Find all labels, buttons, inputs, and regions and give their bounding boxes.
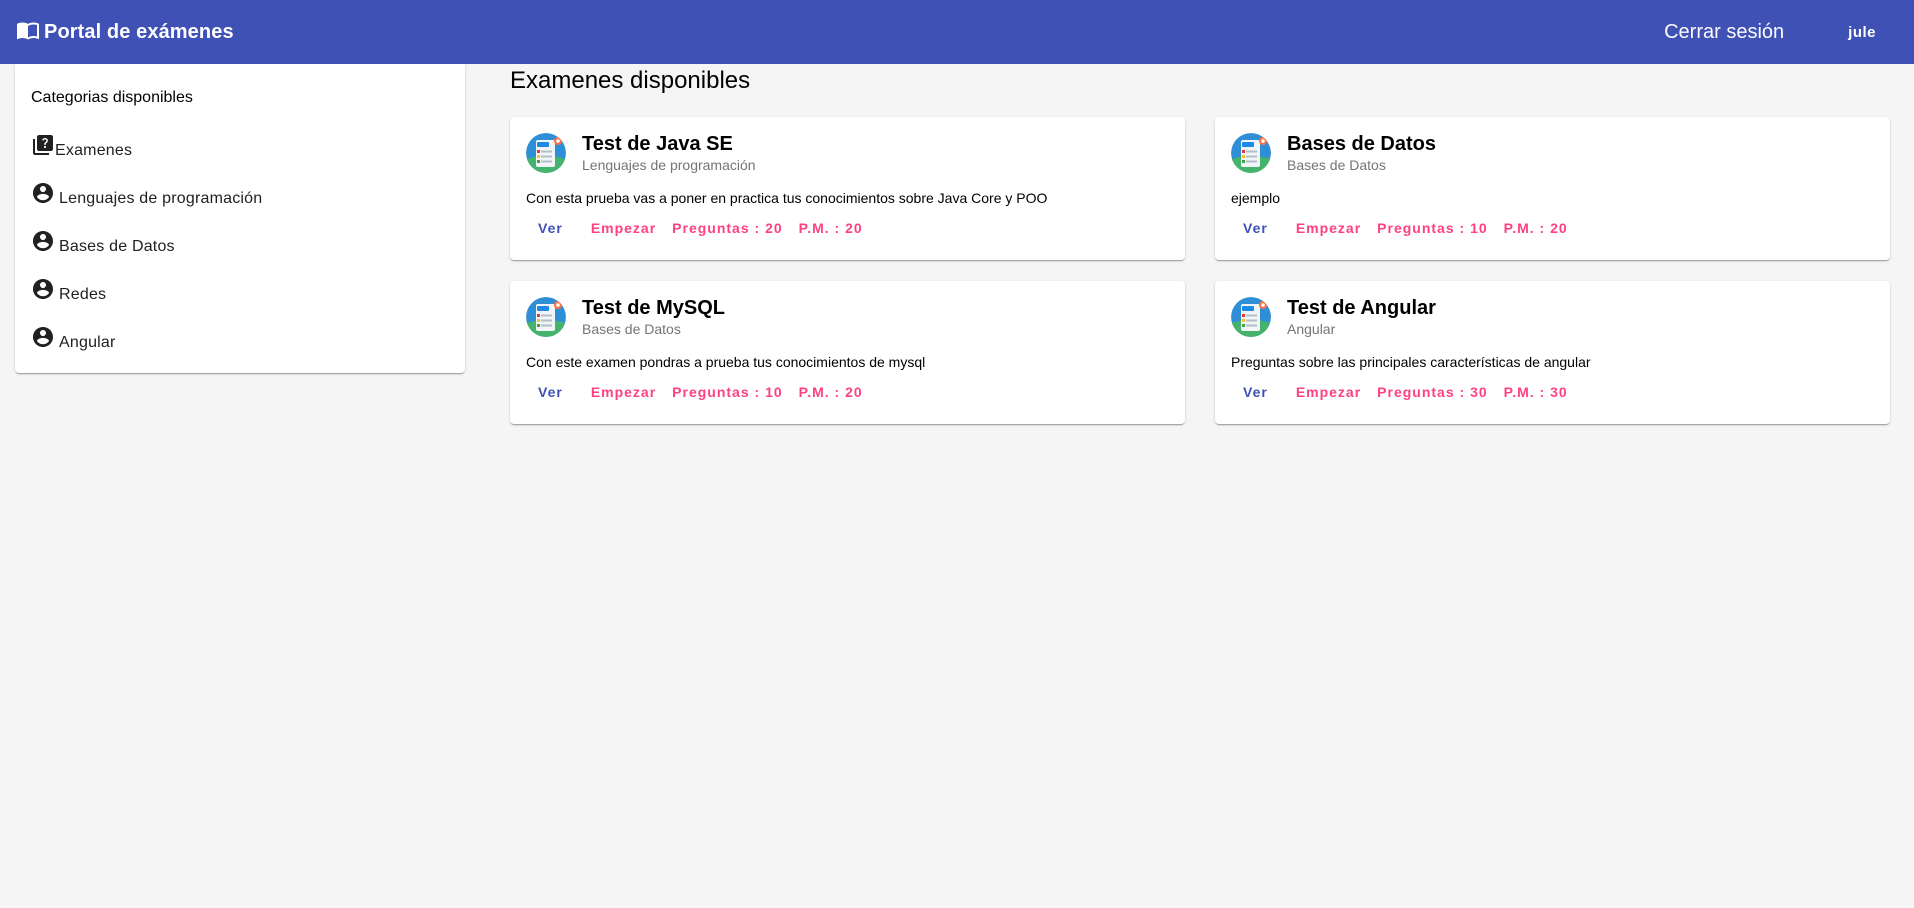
quiz-avatar-icon	[1231, 297, 1271, 337]
sidebar-item-label: Angular	[59, 334, 116, 351]
sidebar-item-examenes[interactable]: Examenes	[31, 132, 132, 162]
card-description: Con este examen pondras a prueba tus con…	[526, 354, 926, 370]
card-description: Preguntas sobre las principales caracter…	[1231, 354, 1591, 370]
user-button[interactable]: jule	[1848, 24, 1876, 41]
sidebar-item-redes[interactable]: Redes	[31, 276, 106, 306]
start-button[interactable]: Empezar	[591, 220, 656, 236]
quiz-avatar-icon	[526, 133, 566, 173]
card-actions: Ver Empezar Preguntas : 20 P.M. : 20	[526, 220, 863, 236]
book-open-icon	[16, 18, 40, 47]
brand-link[interactable]: Portal de exámenes	[16, 18, 234, 47]
app-title: Portal de exámenes	[44, 20, 234, 43]
max-points-button[interactable]: P.M. : 30	[1504, 384, 1568, 400]
view-button[interactable]: Ver	[1243, 384, 1268, 400]
exam-card: Test de MySQL Bases de Datos Con este ex…	[510, 281, 1185, 424]
sidebar-item-label: Lenguajes de programación	[59, 190, 263, 207]
categories-sidebar: Categorias disponibles Examenes Lenguaje…	[15, 64, 465, 373]
card-title: Test de Angular	[1287, 297, 1436, 319]
card-title: Test de MySQL	[582, 297, 725, 319]
start-button[interactable]: Empezar	[591, 384, 656, 400]
quiz-avatar-icon	[526, 297, 566, 337]
sidebar-title: Categorias disponibles	[31, 89, 193, 106]
max-points-button[interactable]: P.M. : 20	[799, 220, 863, 236]
account-circle-icon	[31, 229, 55, 258]
sidebar-item-label: Examenes	[55, 142, 133, 159]
view-button[interactable]: Ver	[538, 384, 563, 400]
start-button[interactable]: Empezar	[1296, 220, 1361, 236]
start-button[interactable]: Empezar	[1296, 384, 1361, 400]
card-subtitle: Lenguajes de programación	[582, 157, 756, 173]
card-title: Test de Java SE	[582, 133, 733, 155]
top-toolbar: Portal de exámenes Cerrar sesión jule	[0, 0, 1914, 64]
card-actions: Ver Empezar Preguntas : 10 P.M. : 20	[1231, 220, 1568, 236]
logout-button[interactable]: Cerrar sesión	[1664, 21, 1784, 44]
account-circle-icon	[31, 277, 55, 306]
sidebar-item-label: Bases de Datos	[59, 238, 175, 255]
card-description: Con esta prueba vas a poner en practica …	[526, 190, 1048, 206]
sidebar-item-bases-de-datos[interactable]: Bases de Datos	[31, 228, 175, 258]
questions-button[interactable]: Preguntas : 20	[672, 220, 782, 236]
max-points-button[interactable]: P.M. : 20	[799, 384, 863, 400]
card-description: ejemplo	[1231, 190, 1281, 206]
quiz-icon	[31, 133, 55, 162]
exam-card: Test de Angular Angular Preguntas sobre …	[1215, 281, 1890, 424]
questions-button[interactable]: Preguntas : 30	[1377, 384, 1487, 400]
quiz-avatar-icon	[1231, 133, 1271, 173]
sidebar-item-angular[interactable]: Angular	[31, 324, 116, 354]
view-button[interactable]: Ver	[1243, 220, 1268, 236]
sidebar-item-label: Redes	[59, 286, 107, 303]
card-title: Bases de Datos	[1287, 133, 1436, 155]
card-actions: Ver Empezar Preguntas : 30 P.M. : 30	[1231, 384, 1568, 400]
card-subtitle: Angular	[1287, 321, 1336, 337]
card-subtitle: Bases de Datos	[582, 321, 681, 337]
account-circle-icon	[31, 181, 55, 210]
max-points-button[interactable]: P.M. : 20	[1504, 220, 1568, 236]
view-button[interactable]: Ver	[538, 220, 563, 236]
exam-card: Test de Java SE Lenguajes de programació…	[510, 117, 1185, 260]
card-subtitle: Bases de Datos	[1287, 157, 1386, 173]
questions-button[interactable]: Preguntas : 10	[672, 384, 782, 400]
exam-card: Bases de Datos Bases de Datos ejemplo Ve…	[1215, 117, 1890, 260]
account-circle-icon	[31, 325, 55, 354]
page-title: Examenes disponibles	[510, 67, 751, 94]
sidebar-item-lenguajes[interactable]: Lenguajes de programación	[31, 180, 262, 210]
card-actions: Ver Empezar Preguntas : 10 P.M. : 20	[526, 384, 863, 400]
questions-button[interactable]: Preguntas : 10	[1377, 220, 1487, 236]
